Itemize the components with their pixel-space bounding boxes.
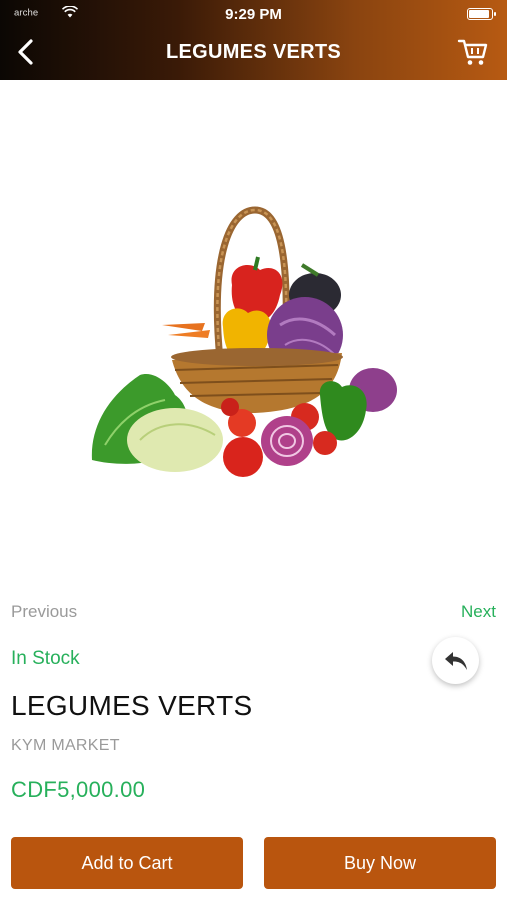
buy-now-button[interactable]: Buy Now xyxy=(264,837,496,889)
next-button[interactable]: Next xyxy=(461,602,496,622)
reply-icon xyxy=(444,651,467,670)
status-bar: ᵃʳᶜʰᵉ 9:29 PM xyxy=(0,0,507,28)
battery-icon xyxy=(467,8,496,20)
top-bar: ᵃʳᶜʰᵉ 9:29 PM LEGUMES VERTS xyxy=(0,0,507,80)
product-image xyxy=(91,206,397,477)
product-price: CDF5,000.00 xyxy=(11,777,146,802)
page-title: LEGUMES VERTS xyxy=(165,41,342,63)
add-to-cart-button[interactable]: Add to Cart xyxy=(11,837,243,889)
share-button[interactable] xyxy=(432,637,479,684)
cart-icon xyxy=(457,39,488,65)
pager: Previous Next xyxy=(11,602,496,626)
product-name: LEGUMES VERTS xyxy=(11,690,253,721)
status-time: 9:29 PM xyxy=(225,6,282,23)
navigation-bar: LEGUMES VERTS xyxy=(0,28,507,80)
cart-button[interactable] xyxy=(457,36,489,68)
stock-status: In Stock xyxy=(11,648,80,669)
product-detail-screen: ᵃʳᶜʰᵉ 9:29 PM LEGUMES VERTS Previous Nex… xyxy=(0,0,507,900)
previous-button[interactable]: Previous xyxy=(11,602,77,622)
vendor-name: KYM MARKET xyxy=(11,737,120,754)
